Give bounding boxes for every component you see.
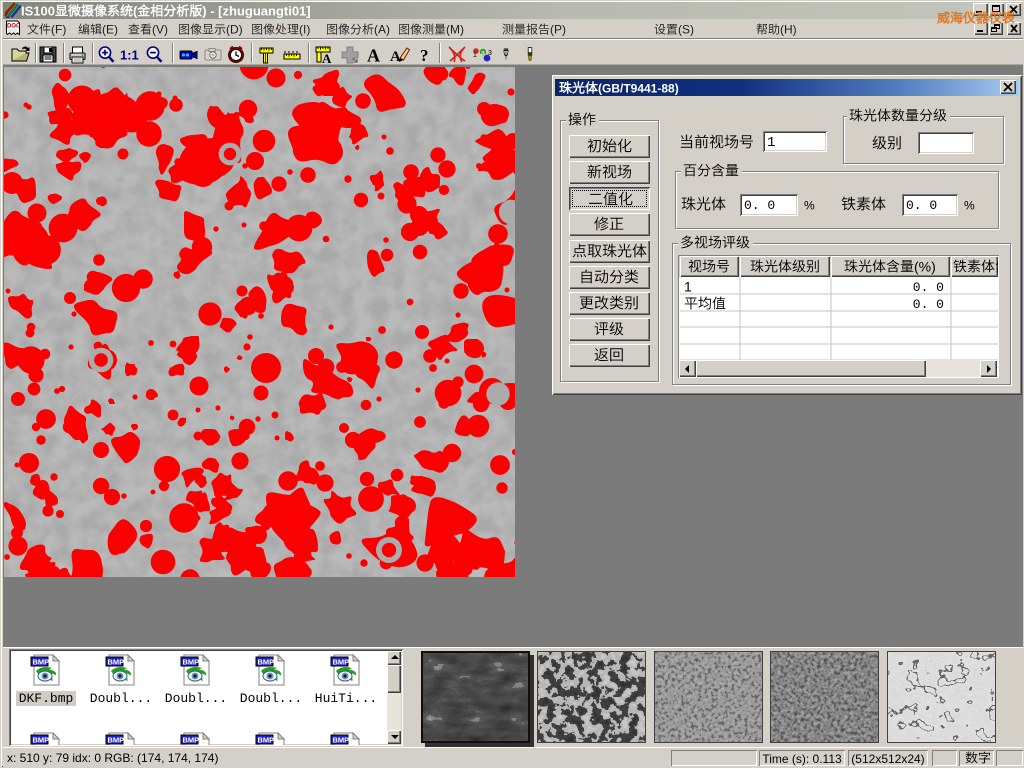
svg-text:3: 3 [488, 50, 492, 57]
svg-text:BMP: BMP [183, 658, 200, 667]
svg-text:(E): (E) [102, 23, 118, 37]
svg-text:(M): (M) [446, 23, 464, 37]
svg-text:a: a [481, 50, 485, 57]
svg-text:BMP: BMP [333, 736, 350, 745]
svg-text:A: A [390, 49, 401, 65]
svg-text:(A): (A) [374, 23, 390, 37]
svg-text:(GB/T9441-88): (GB/T9441-88) [598, 81, 679, 95]
svg-text:(%): (%) [914, 258, 936, 274]
svg-text:(P): (P) [550, 23, 566, 37]
svg-text:DOC: DOC [7, 24, 21, 30]
svg-text:%: % [804, 199, 815, 213]
svg-text:BMP: BMP [258, 658, 275, 667]
svg-text:1:1: 1:1 [120, 48, 139, 63]
svg-text:BMP: BMP [183, 736, 200, 745]
svg-text:(F): (F) [51, 23, 66, 37]
svg-text:?: ? [420, 46, 429, 65]
svg-text:A: A [322, 51, 332, 65]
svg-text:BMP: BMP [108, 736, 125, 745]
svg-text:BMP: BMP [33, 736, 50, 745]
svg-text:1: 1 [473, 52, 477, 59]
svg-text:BMP: BMP [333, 658, 350, 667]
svg-text:(D): (D) [226, 23, 243, 37]
svg-text:(: ( [133, 3, 138, 18]
svg-text:A: A [367, 46, 380, 66]
svg-text:(H): (H) [780, 23, 797, 37]
svg-text:) - [zhuguangti01]: ) - [zhuguangti01] [202, 3, 310, 18]
svg-text:(I): (I) [299, 23, 310, 37]
svg-text:BMP: BMP [108, 658, 125, 667]
svg-text:BMP: BMP [258, 736, 275, 745]
svg-text:%: % [964, 199, 975, 213]
svg-text:BMP: BMP [33, 658, 50, 667]
svg-text:1: 1 [684, 278, 692, 294]
svg-text:IS100: IS100 [21, 3, 55, 18]
svg-text:(S): (S) [678, 23, 694, 37]
svg-text:(V): (V) [152, 23, 168, 37]
